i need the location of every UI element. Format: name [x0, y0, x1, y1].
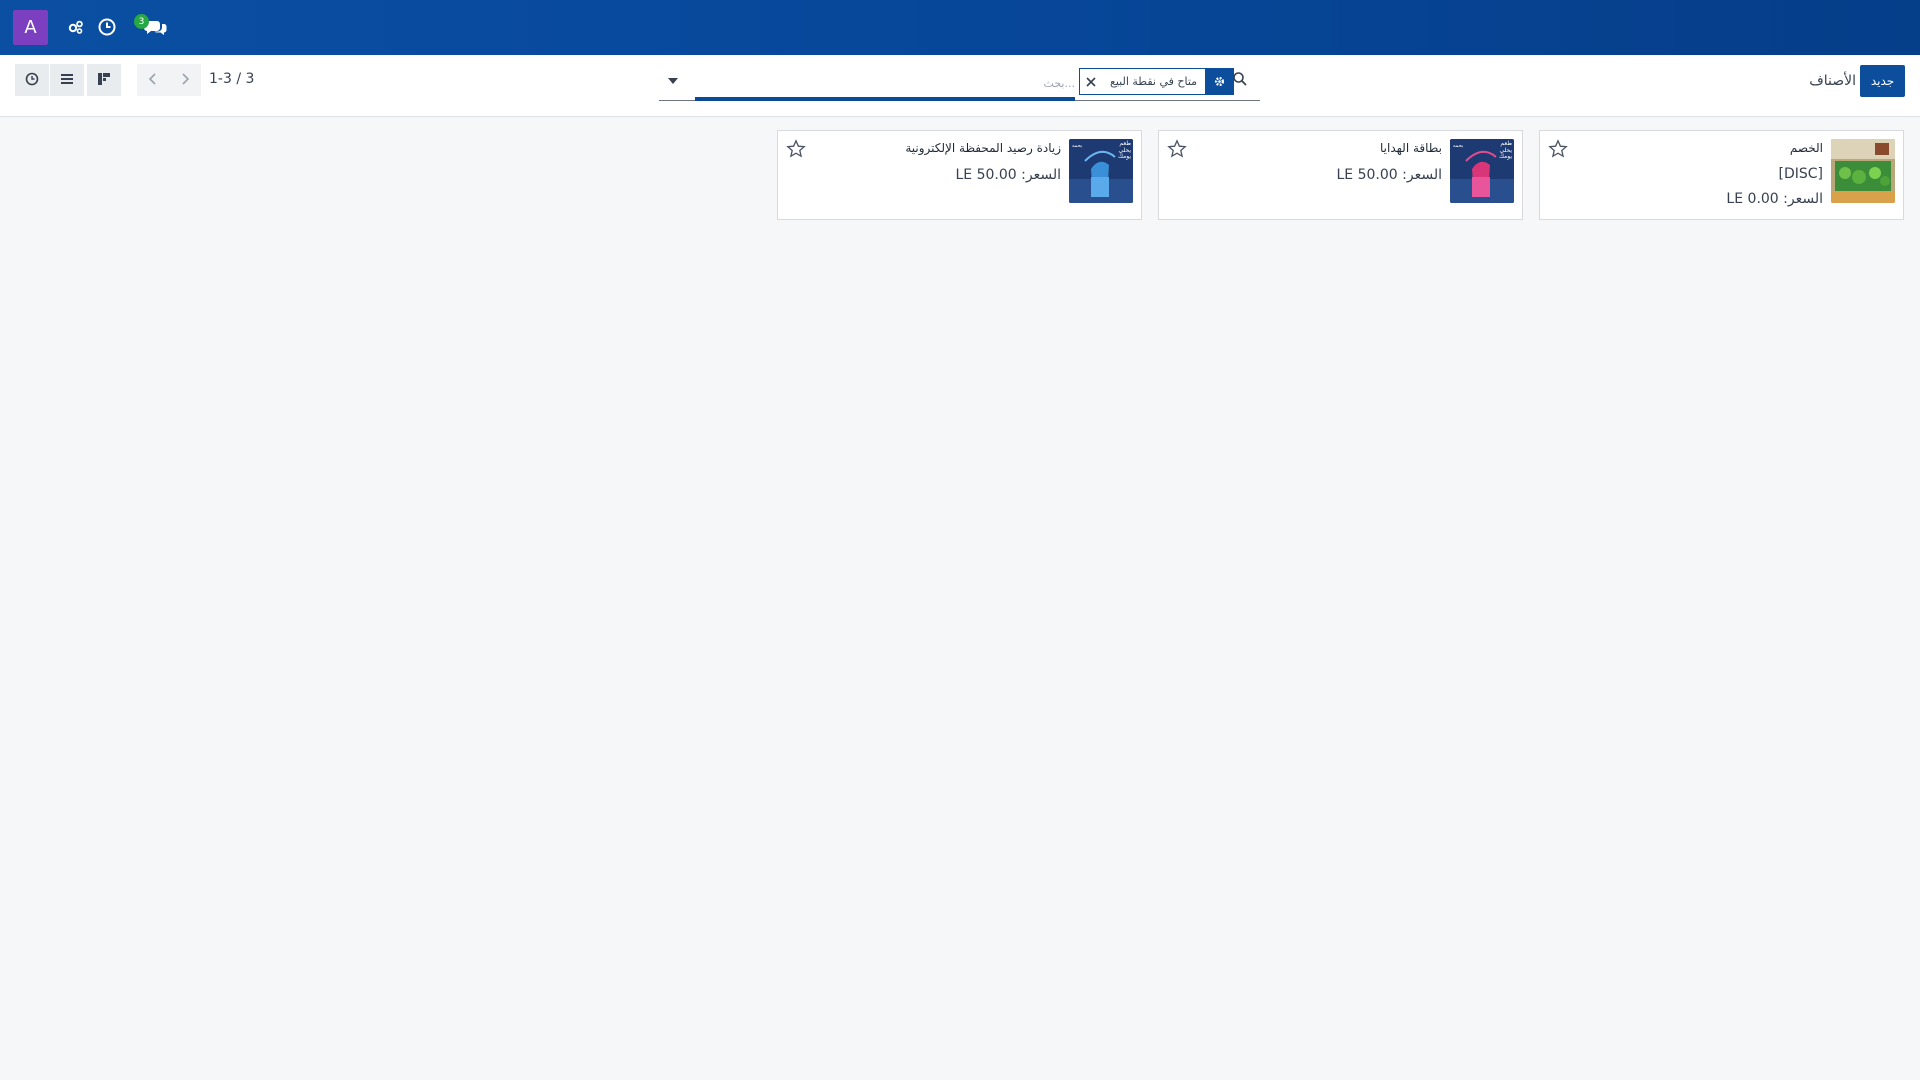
- control-panel: جديد الأصناف متاح في نقطة البيع 1-3 / 3: [0, 55, 1920, 117]
- chevron-left-icon: [148, 71, 158, 90]
- chevron-right-icon: [180, 71, 190, 90]
- product-name: الخصم: [1789, 141, 1823, 155]
- favorite-star-icon[interactable]: [1548, 139, 1568, 159]
- activity-view-button[interactable]: [15, 64, 49, 96]
- kanban-icon: [97, 71, 111, 90]
- thumbnail-caption: طعم يحلي يومك: [1498, 140, 1512, 161]
- clock-icon: [25, 71, 39, 90]
- list-icon: [60, 71, 74, 90]
- pager-previous-button[interactable]: [137, 64, 169, 96]
- product-image: طعم يحلي يومك يحمه: [1450, 139, 1514, 203]
- facet-close-icon[interactable]: [1080, 69, 1102, 94]
- search-icon[interactable]: [1232, 71, 1252, 91]
- search-bar: متاح في نقطة البيع: [659, 65, 1260, 101]
- product-price: السعر: 50.00 LE: [955, 167, 1062, 183]
- search-facet: متاح في نقطة البيع: [1079, 68, 1235, 95]
- product-card[interactable]: الخصم [DISC] السعر: 0.00 LE: [1539, 130, 1904, 220]
- thumbnail-caption: طعم يحلي يومك: [1117, 140, 1131, 161]
- list-view-button[interactable]: [50, 64, 84, 96]
- product-card[interactable]: طعم يحلي يومك يحمه زيادة رصيد المحفظة ال…: [777, 130, 1142, 220]
- product-price: السعر: 50.00 LE: [1336, 167, 1443, 183]
- search-loading-bar: [695, 97, 1075, 101]
- product-reference: [DISC]: [1778, 166, 1824, 182]
- messages-badge: 3: [134, 14, 149, 29]
- favorite-star-icon[interactable]: [786, 139, 806, 159]
- user-avatar[interactable]: A: [13, 10, 48, 45]
- pager-value[interactable]: 1-3 / 3: [209, 71, 254, 87]
- favorite-star-icon[interactable]: [1167, 139, 1187, 159]
- thumbnail-brand: يحمه: [1453, 143, 1464, 149]
- kanban-view-button[interactable]: [87, 64, 121, 96]
- clock-icon[interactable]: [96, 16, 118, 38]
- new-button[interactable]: جديد: [1860, 65, 1905, 97]
- top-navbar: A 3: [0, 0, 1920, 55]
- product-image: طعم يحلي يومك يحمه: [1069, 139, 1133, 203]
- breadcrumb: الأصناف: [1809, 73, 1856, 89]
- activity-settings-icon[interactable]: [65, 16, 87, 38]
- product-name: زيادة رصيد المحفظة الإلكترونية: [905, 141, 1061, 155]
- product-card[interactable]: طعم يحلي يومك يحمه بطاقة الهدايا السعر: …: [1158, 130, 1523, 220]
- pager-next-button[interactable]: [169, 64, 201, 96]
- thumbnail-brand: يحمه: [1072, 143, 1083, 149]
- search-options-toggle[interactable]: [665, 73, 681, 89]
- product-image: [1831, 139, 1895, 203]
- search-input[interactable]: [695, 73, 1075, 93]
- facet-label: متاح في نقطة البيع: [1110, 75, 1198, 88]
- gear-icon: [1205, 69, 1234, 94]
- product-name: بطاقة الهدايا: [1380, 141, 1442, 155]
- product-price: السعر: 0.00 LE: [1726, 191, 1823, 207]
